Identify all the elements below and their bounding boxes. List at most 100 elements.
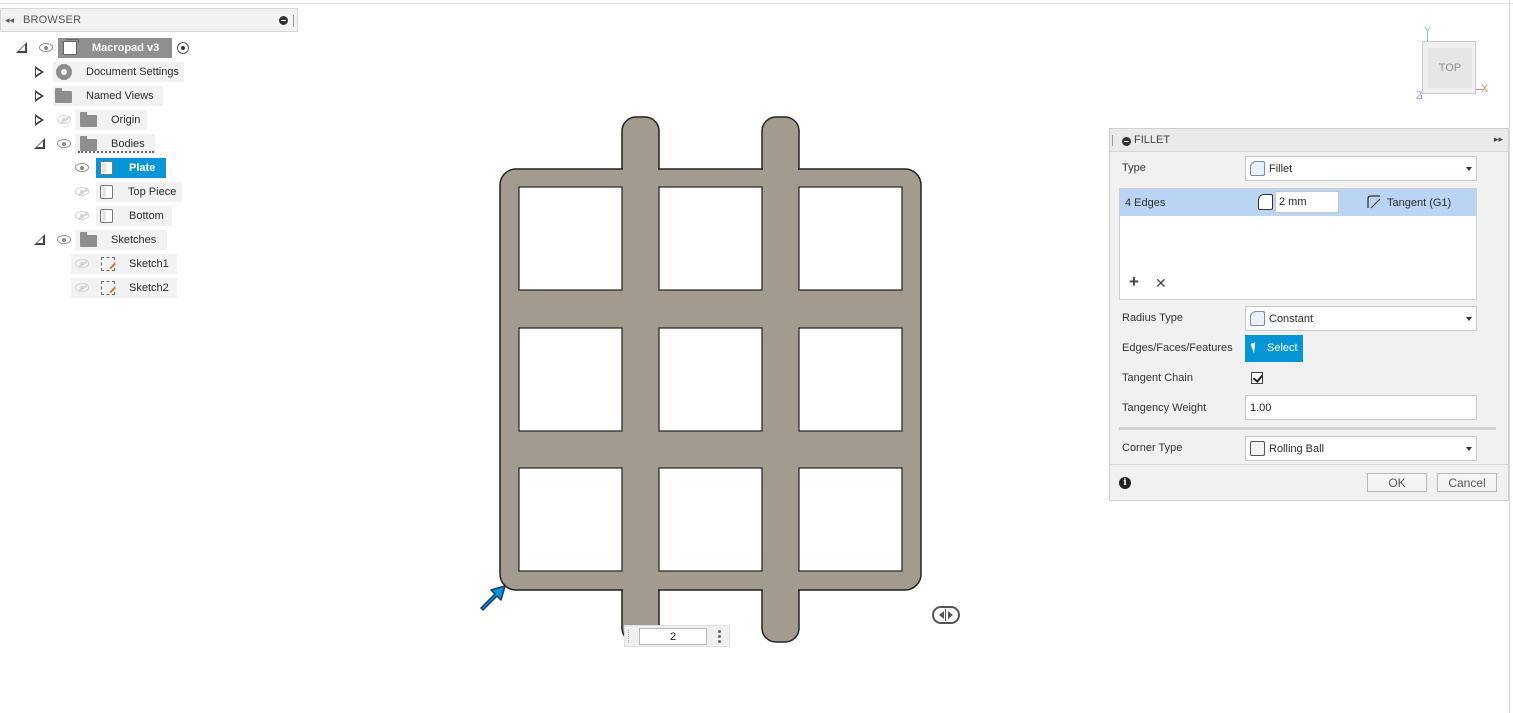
heads-up-input[interactable]	[624, 625, 730, 647]
browser-item-origin[interactable]: Origin	[75, 110, 147, 130]
x-axis-label: X	[1481, 83, 1489, 95]
browser-item-named-views[interactable]: Named Views	[53, 86, 163, 106]
chevron-down-icon	[1466, 317, 1472, 321]
type-label: Type	[1122, 162, 1146, 174]
fillet-dialog[interactable]: FILLET ▸▸ Type Fillet 4 Edges Tangent (G…	[1109, 128, 1509, 501]
expand-triangle-icon[interactable]	[35, 114, 44, 126]
browser-item-sketch2[interactable]: Sketch2	[71, 278, 177, 298]
chevron-down-icon	[1466, 167, 1472, 171]
tangent-chain-label: Tangent Chain	[1122, 372, 1193, 384]
hidden-eye-icon[interactable]	[57, 115, 71, 124]
fillet-type-icon	[1250, 161, 1265, 176]
expand-dialog-icon[interactable]: ▸▸	[1494, 134, 1503, 145]
hidden-eye-icon[interactable]	[75, 283, 89, 292]
visibility-eye-icon[interactable]	[57, 139, 71, 148]
visibility-eye-icon[interactable]	[75, 163, 89, 172]
constant-radius-icon	[1250, 311, 1265, 326]
chevron-down-icon	[1466, 447, 1472, 451]
ok-button[interactable]: OK	[1367, 473, 1427, 492]
select-button-label: Select	[1267, 342, 1298, 354]
switch-cutout	[658, 186, 763, 291]
panel-grip-icon[interactable]	[1112, 135, 1113, 146]
visibility-eye-icon[interactable]	[57, 235, 71, 244]
remove-selection-icon[interactable]: ✕	[1155, 276, 1167, 290]
viewcube[interactable]: TOP	[1422, 41, 1476, 94]
switch-cutout	[798, 327, 903, 432]
expand-triangle-icon[interactable]	[16, 42, 27, 53]
rolling-ball-icon	[1250, 441, 1265, 456]
navigation-icon[interactable]	[932, 606, 960, 624]
sketch-icon	[101, 257, 115, 271]
dialog-title: FILLET	[1134, 134, 1171, 146]
browser-item-label: Bodies	[111, 138, 145, 150]
hidden-eye-icon[interactable]	[75, 211, 89, 220]
heads-up-grip-icon[interactable]	[628, 630, 632, 643]
top-border	[0, 3, 1513, 4]
expand-triangle-icon[interactable]	[34, 234, 45, 245]
activate-component-icon[interactable]	[177, 42, 189, 54]
body-icon	[100, 185, 113, 199]
sketch-icon	[101, 281, 115, 295]
add-selection-icon[interactable]: +	[1129, 273, 1139, 290]
tangent-continuity-icon[interactable]	[1367, 195, 1381, 209]
fillet-header[interactable]: FILLET ▸▸	[1110, 129, 1508, 152]
continuity-value[interactable]: Tangent (G1)	[1387, 197, 1451, 209]
plate-body[interactable]	[499, 116, 922, 643]
browser-item-label: Plate	[129, 162, 156, 174]
table-row[interactable]: 4 Edges Tangent (G1)	[1120, 189, 1476, 216]
minimize-dialog-icon[interactable]	[1122, 137, 1131, 146]
more-options-icon[interactable]	[718, 630, 721, 644]
cancel-button[interactable]: Cancel	[1437, 473, 1497, 492]
folder-icon	[80, 232, 97, 247]
visibility-eye-icon[interactable]	[39, 43, 53, 52]
section-divider	[1119, 427, 1496, 430]
info-icon[interactable]: i	[1119, 477, 1131, 489]
plate-model[interactable]	[480, 100, 980, 660]
expand-triangle-icon[interactable]	[35, 66, 44, 78]
expand-triangle-icon[interactable]	[35, 90, 44, 102]
browser-item-bottom[interactable]: Bottom	[96, 206, 172, 226]
selection-label: Edges/Faces/Features	[1122, 342, 1233, 354]
corner-type-dropdown[interactable]: Rolling Ball	[1245, 436, 1477, 461]
expand-triangle-icon[interactable]	[34, 138, 45, 149]
browser-item-document-settings[interactable]: Document Settings	[53, 62, 184, 82]
tangent-chain-checkbox[interactable]	[1251, 372, 1263, 384]
radius-type-dropdown[interactable]: Constant	[1245, 306, 1477, 331]
minimize-browser-icon[interactable]	[279, 16, 288, 25]
body-icon	[100, 209, 113, 223]
tangency-weight-field[interactable]	[1245, 395, 1477, 420]
edge-selection-table[interactable]: 4 Edges Tangent (G1) + ✕	[1119, 188, 1477, 300]
radius-type-label: Radius Type	[1122, 312, 1183, 324]
browser-header[interactable]: ◂◂ BROWSER	[0, 8, 298, 32]
y-axis-label: Y	[1424, 25, 1432, 37]
switch-cutout	[798, 467, 903, 572]
browser-item-sketches[interactable]: Sketches	[75, 230, 167, 250]
switch-cutout	[518, 327, 623, 432]
browser-item-label: Origin	[111, 114, 141, 126]
browser-item-plate[interactable]: Plate	[96, 158, 166, 178]
viewcube-top-face[interactable]: TOP	[1428, 48, 1472, 88]
right-border	[1509, 0, 1510, 713]
panel-grip-icon[interactable]	[293, 15, 295, 27]
collapse-browser-icon[interactable]: ◂◂	[5, 15, 23, 26]
type-dropdown[interactable]: Fillet	[1245, 156, 1477, 181]
fillet-drag-arrow-icon[interactable]	[478, 582, 508, 612]
select-button[interactable]: Select	[1245, 335, 1303, 362]
browser-root-item[interactable]: Macropad v3	[58, 38, 172, 58]
edges-count: 4 Edges	[1125, 197, 1166, 209]
hidden-eye-icon[interactable]	[75, 259, 89, 268]
browser-item-top-piece[interactable]: Top Piece	[96, 182, 182, 202]
browser-item-label: Top Piece	[128, 186, 177, 198]
browser-item-label: Document Settings	[86, 66, 179, 78]
heads-up-value-field[interactable]	[639, 628, 707, 645]
browser-item-sketch1[interactable]: Sketch1	[71, 254, 177, 274]
switch-cutout	[658, 327, 763, 432]
radius-field[interactable]	[1275, 191, 1339, 213]
browser-item-label: Sketch1	[129, 258, 169, 270]
switch-cutout	[518, 186, 623, 291]
radius-type-value: Constant	[1269, 313, 1314, 325]
browser-item-label: Named Views	[86, 90, 154, 102]
corner-type-value: Rolling Ball	[1269, 443, 1325, 455]
radius-icon	[1258, 194, 1273, 210]
hidden-eye-icon[interactable]	[75, 187, 89, 196]
